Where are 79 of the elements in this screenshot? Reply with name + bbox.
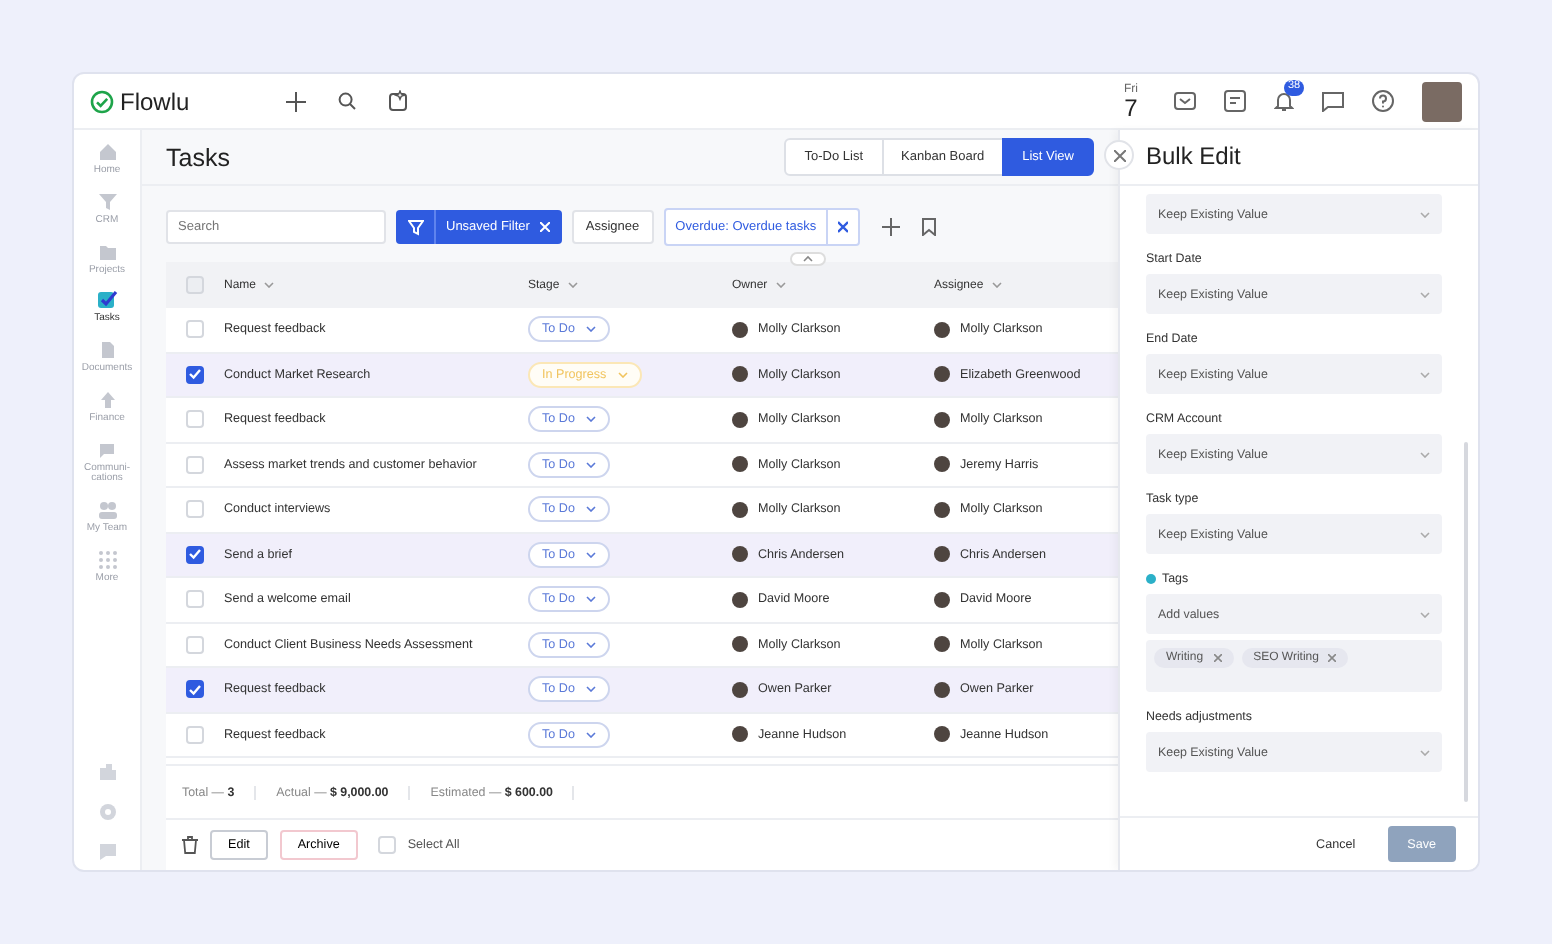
dot-icon <box>1146 574 1156 584</box>
sparkle-icon[interactable] <box>388 90 410 112</box>
bell-icon[interactable] <box>1274 90 1294 112</box>
chevron-down-icon <box>586 641 597 648</box>
header-checkbox[interactable] <box>186 276 204 294</box>
funnel-icon <box>97 191 117 212</box>
avatar <box>934 726 950 743</box>
checkmark-icon <box>97 290 117 311</box>
chevron-down-icon[interactable] <box>775 282 786 288</box>
avatar <box>732 501 748 518</box>
house-icon <box>97 142 117 162</box>
avatar <box>934 456 950 473</box>
page-title: Tasks <box>166 143 232 171</box>
mail-icon[interactable] <box>1174 92 1196 110</box>
search-icon[interactable] <box>338 92 356 110</box>
chevron-down-icon[interactable] <box>567 282 578 288</box>
avatar <box>934 501 950 518</box>
close-button[interactable] <box>1104 140 1134 170</box>
chevron-down-icon <box>618 371 629 378</box>
chevron-down-icon <box>1420 291 1430 297</box>
chevron-down-icon[interactable] <box>991 282 1002 288</box>
avatar <box>732 456 748 473</box>
people-icon <box>97 500 117 520</box>
chat-icon <box>97 439 117 459</box>
row-checkbox[interactable] <box>186 545 204 564</box>
chat-icon[interactable] <box>1322 91 1344 111</box>
help-icon[interactable] <box>1372 90 1394 112</box>
user-avatar[interactable] <box>1422 81 1462 121</box>
chevron-down-icon <box>586 506 597 513</box>
avatar <box>934 321 950 338</box>
avatar <box>732 726 748 743</box>
chevron-down-icon <box>586 461 597 468</box>
notes-icon[interactable] <box>1224 90 1246 112</box>
app-logo: Flowlu <box>120 87 190 115</box>
avatar <box>934 546 950 563</box>
chevron-down-icon[interactable] <box>264 282 275 288</box>
chevron-down-icon <box>1420 531 1430 537</box>
row-checkbox[interactable] <box>186 365 204 384</box>
grid-icon <box>97 549 117 570</box>
chevron-down-icon <box>586 551 597 558</box>
avatar <box>732 366 748 383</box>
arrow-icon <box>97 389 117 410</box>
checkmark-circle-icon <box>90 89 114 113</box>
filter-icon <box>408 219 424 235</box>
day-number: 7 <box>1124 95 1138 119</box>
add-icon[interactable] <box>286 91 306 111</box>
chevron-down-icon <box>1420 451 1430 457</box>
chevron-down-icon <box>1420 611 1430 617</box>
avatar <box>934 681 950 698</box>
avatar <box>934 411 950 428</box>
avatar <box>732 636 748 653</box>
row-checkbox[interactable] <box>186 680 204 699</box>
chevron-down-icon <box>1420 371 1430 377</box>
avatar <box>732 546 748 563</box>
close-icon <box>1113 149 1125 161</box>
add-icon[interactable] <box>882 218 901 236</box>
scrollbar[interactable] <box>1464 442 1468 802</box>
remove-icon[interactable] <box>1213 654 1222 662</box>
chevron-down-icon <box>586 326 597 333</box>
avatar <box>732 321 748 338</box>
remove-icon[interactable] <box>1328 654 1337 662</box>
avatar <box>732 681 748 698</box>
chevron-down-icon <box>586 596 597 603</box>
select-all-checkbox[interactable] <box>377 836 396 854</box>
chevron-down-icon <box>1420 749 1430 755</box>
avatar <box>934 591 950 608</box>
gear-icon[interactable] <box>97 802 117 822</box>
avatar <box>934 366 950 383</box>
bookmark-icon[interactable] <box>922 218 937 236</box>
avatar <box>732 411 748 428</box>
chevron-down-icon <box>1420 211 1430 217</box>
chevron-down-icon <box>586 416 597 423</box>
folder-icon <box>97 241 117 261</box>
trash-icon[interactable] <box>182 836 198 854</box>
chevron-down-icon <box>586 731 597 738</box>
avatar <box>934 636 950 653</box>
chevron-down-icon <box>586 686 597 693</box>
avatar <box>732 591 748 608</box>
document-icon <box>97 340 117 360</box>
